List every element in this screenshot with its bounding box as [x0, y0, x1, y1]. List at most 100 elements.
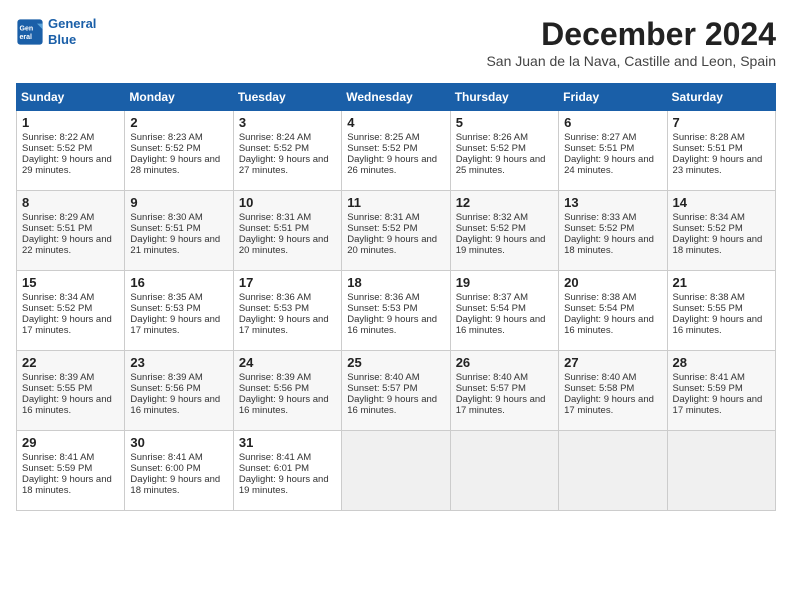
logo: Gen eral General Blue	[16, 16, 96, 47]
day-number: 25	[347, 355, 444, 370]
table-row: 19 Sunrise: 8:37 AM Sunset: 5:54 PM Dayl…	[450, 271, 558, 351]
daylight-label: Daylight: 9 hours and 18 minutes.	[130, 474, 220, 496]
daylight-label: Daylight: 9 hours and 21 minutes.	[130, 234, 220, 256]
sunrise-text: Sunrise: 8:34 AM	[673, 212, 745, 223]
sunset-text: Sunset: 5:58 PM	[564, 383, 634, 394]
daylight-label: Daylight: 9 hours and 23 minutes.	[673, 154, 763, 176]
day-number: 24	[239, 355, 336, 370]
sunset-text: Sunset: 5:52 PM	[22, 143, 92, 154]
sunset-text: Sunset: 6:00 PM	[130, 463, 200, 474]
table-row: 3 Sunrise: 8:24 AM Sunset: 5:52 PM Dayli…	[233, 111, 341, 191]
day-number: 19	[456, 275, 553, 290]
day-number: 11	[347, 195, 444, 210]
sunset-text: Sunset: 5:54 PM	[564, 303, 634, 314]
header-row: Sunday Monday Tuesday Wednesday Thursday…	[17, 84, 776, 111]
sunset-text: Sunset: 5:57 PM	[456, 383, 526, 394]
sunset-text: Sunset: 5:56 PM	[130, 383, 200, 394]
daylight-label: Daylight: 9 hours and 28 minutes.	[130, 154, 220, 176]
day-number: 23	[130, 355, 227, 370]
sunrise-text: Sunrise: 8:32 AM	[456, 212, 528, 223]
sunset-text: Sunset: 5:54 PM	[456, 303, 526, 314]
day-number: 21	[673, 275, 770, 290]
sunrise-text: Sunrise: 8:30 AM	[130, 212, 202, 223]
calendar-week-row: 15 Sunrise: 8:34 AM Sunset: 5:52 PM Dayl…	[17, 271, 776, 351]
logo-text: General Blue	[48, 16, 96, 47]
col-monday: Monday	[125, 84, 233, 111]
table-row: 11 Sunrise: 8:31 AM Sunset: 5:52 PM Dayl…	[342, 191, 450, 271]
logo-line1: General	[48, 16, 96, 31]
sunrise-text: Sunrise: 8:24 AM	[239, 132, 311, 143]
daylight-label: Daylight: 9 hours and 26 minutes.	[347, 154, 437, 176]
col-sunday: Sunday	[17, 84, 125, 111]
sunrise-text: Sunrise: 8:41 AM	[239, 452, 311, 463]
col-wednesday: Wednesday	[342, 84, 450, 111]
table-row: 17 Sunrise: 8:36 AM Sunset: 5:53 PM Dayl…	[233, 271, 341, 351]
table-row: 28 Sunrise: 8:41 AM Sunset: 5:59 PM Dayl…	[667, 351, 775, 431]
sunset-text: Sunset: 5:57 PM	[347, 383, 417, 394]
calendar-week-row: 8 Sunrise: 8:29 AM Sunset: 5:51 PM Dayli…	[17, 191, 776, 271]
sunrise-text: Sunrise: 8:40 AM	[456, 372, 528, 383]
sunrise-text: Sunrise: 8:37 AM	[456, 292, 528, 303]
sunset-text: Sunset: 5:52 PM	[347, 143, 417, 154]
day-number: 29	[22, 435, 119, 450]
sunrise-text: Sunrise: 8:39 AM	[22, 372, 94, 383]
sunset-text: Sunset: 5:59 PM	[22, 463, 92, 474]
sunset-text: Sunset: 5:52 PM	[564, 223, 634, 234]
svg-text:Gen: Gen	[20, 25, 34, 32]
sunrise-text: Sunrise: 8:36 AM	[239, 292, 311, 303]
table-row: 25 Sunrise: 8:40 AM Sunset: 5:57 PM Dayl…	[342, 351, 450, 431]
sunset-text: Sunset: 5:51 PM	[239, 223, 309, 234]
table-row	[559, 431, 667, 511]
sunrise-text: Sunrise: 8:38 AM	[673, 292, 745, 303]
daylight-label: Daylight: 9 hours and 16 minutes.	[347, 314, 437, 336]
table-row: 8 Sunrise: 8:29 AM Sunset: 5:51 PM Dayli…	[17, 191, 125, 271]
header: Gen eral General Blue December 2024 San …	[16, 16, 776, 79]
daylight-label: Daylight: 9 hours and 17 minutes.	[673, 394, 763, 416]
title-block: December 2024 San Juan de la Nava, Casti…	[486, 16, 776, 79]
col-friday: Friday	[559, 84, 667, 111]
daylight-label: Daylight: 9 hours and 20 minutes.	[347, 234, 437, 256]
day-number: 16	[130, 275, 227, 290]
sunset-text: Sunset: 5:52 PM	[456, 223, 526, 234]
daylight-label: Daylight: 9 hours and 24 minutes.	[564, 154, 654, 176]
day-number: 1	[22, 115, 119, 130]
sunrise-text: Sunrise: 8:26 AM	[456, 132, 528, 143]
table-row	[450, 431, 558, 511]
table-row: 15 Sunrise: 8:34 AM Sunset: 5:52 PM Dayl…	[17, 271, 125, 351]
daylight-label: Daylight: 9 hours and 17 minutes.	[239, 314, 329, 336]
daylight-label: Daylight: 9 hours and 29 minutes.	[22, 154, 112, 176]
day-number: 30	[130, 435, 227, 450]
day-number: 5	[456, 115, 553, 130]
sunrise-text: Sunrise: 8:33 AM	[564, 212, 636, 223]
sunrise-text: Sunrise: 8:39 AM	[130, 372, 202, 383]
sunset-text: Sunset: 5:56 PM	[239, 383, 309, 394]
sunset-text: Sunset: 5:52 PM	[456, 143, 526, 154]
sunrise-text: Sunrise: 8:34 AM	[22, 292, 94, 303]
daylight-label: Daylight: 9 hours and 16 minutes.	[673, 314, 763, 336]
daylight-label: Daylight: 9 hours and 18 minutes.	[564, 234, 654, 256]
sunrise-text: Sunrise: 8:41 AM	[22, 452, 94, 463]
sunset-text: Sunset: 5:55 PM	[22, 383, 92, 394]
sunrise-text: Sunrise: 8:27 AM	[564, 132, 636, 143]
col-thursday: Thursday	[450, 84, 558, 111]
day-number: 15	[22, 275, 119, 290]
daylight-label: Daylight: 9 hours and 16 minutes.	[130, 394, 220, 416]
day-number: 10	[239, 195, 336, 210]
day-number: 9	[130, 195, 227, 210]
calendar-week-row: 1 Sunrise: 8:22 AM Sunset: 5:52 PM Dayli…	[17, 111, 776, 191]
table-row: 2 Sunrise: 8:23 AM Sunset: 5:52 PM Dayli…	[125, 111, 233, 191]
table-row: 5 Sunrise: 8:26 AM Sunset: 5:52 PM Dayli…	[450, 111, 558, 191]
sunset-text: Sunset: 5:52 PM	[347, 223, 417, 234]
daylight-label: Daylight: 9 hours and 16 minutes.	[22, 394, 112, 416]
day-number: 26	[456, 355, 553, 370]
sunset-text: Sunset: 5:51 PM	[130, 223, 200, 234]
day-number: 31	[239, 435, 336, 450]
day-number: 28	[673, 355, 770, 370]
sunset-text: Sunset: 5:51 PM	[673, 143, 743, 154]
logo-line2: Blue	[48, 32, 76, 47]
table-row: 10 Sunrise: 8:31 AM Sunset: 5:51 PM Dayl…	[233, 191, 341, 271]
sunrise-text: Sunrise: 8:35 AM	[130, 292, 202, 303]
sunset-text: Sunset: 5:52 PM	[130, 143, 200, 154]
table-row: 26 Sunrise: 8:40 AM Sunset: 5:57 PM Dayl…	[450, 351, 558, 431]
sunrise-text: Sunrise: 8:25 AM	[347, 132, 419, 143]
